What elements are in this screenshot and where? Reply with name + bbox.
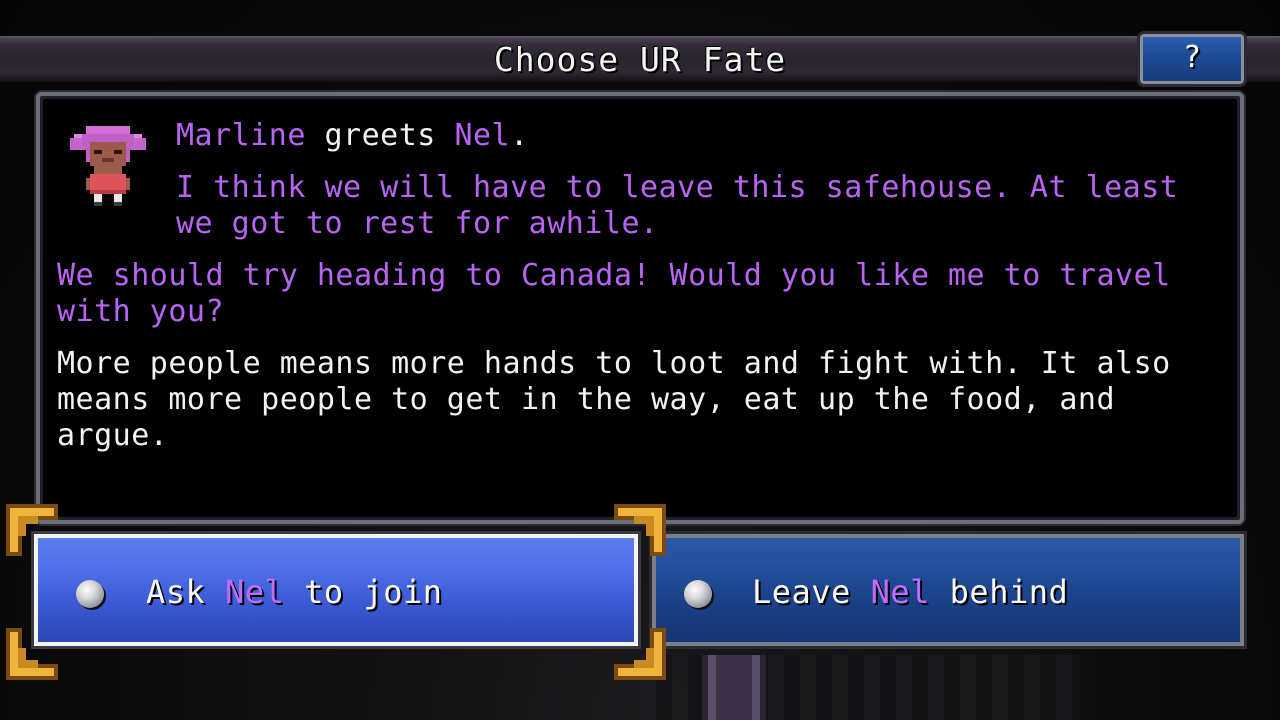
title-bar: Choose UR Fate: [0, 36, 1280, 82]
leave-behind-label: Leave Nel behind: [752, 572, 1068, 612]
window-title: Choose UR Fate: [493, 40, 787, 79]
help-button-label: ?: [1182, 40, 1202, 75]
greet-end: .: [510, 118, 529, 153]
speech-line-2: We should try heading to Canada! Would y…: [57, 258, 1171, 329]
marline-portrait-icon: [70, 126, 146, 206]
narration-text: More people means more hands to loot and…: [57, 346, 1171, 453]
choice-post: to join: [284, 573, 443, 611]
ask-to-join-label: Ask Nel to join: [146, 572, 442, 612]
target-name: Nel: [454, 118, 511, 153]
radio-bullet-icon: [684, 580, 712, 608]
speaker-name: Marline: [176, 118, 306, 153]
selection-corner-bottom-left-icon: [6, 628, 58, 680]
selection-corner-top-left-icon: [6, 504, 58, 556]
choice-pre: Ask: [146, 573, 226, 611]
help-button[interactable]: ?: [1137, 31, 1247, 87]
choice-post: behind: [929, 573, 1069, 611]
selection-corner-bottom-right-icon: [614, 628, 666, 680]
greet-verb: greets: [324, 118, 436, 153]
greeting-line: Marline greets Nel.: [176, 118, 1216, 154]
leave-behind-button[interactable]: Leave Nel behind: [652, 534, 1244, 646]
choice-pre: Leave: [752, 573, 871, 611]
speech-line-1: I think we will have to leave this safeh…: [176, 170, 1179, 241]
choice-name: Nel: [870, 573, 930, 611]
selection-corner-top-right-icon: [614, 504, 666, 556]
choice-name: Nel: [225, 573, 285, 611]
ask-to-join-button[interactable]: Ask Nel to join: [34, 534, 638, 646]
background-pipe: [702, 655, 766, 720]
radio-bullet-icon: [76, 580, 104, 608]
